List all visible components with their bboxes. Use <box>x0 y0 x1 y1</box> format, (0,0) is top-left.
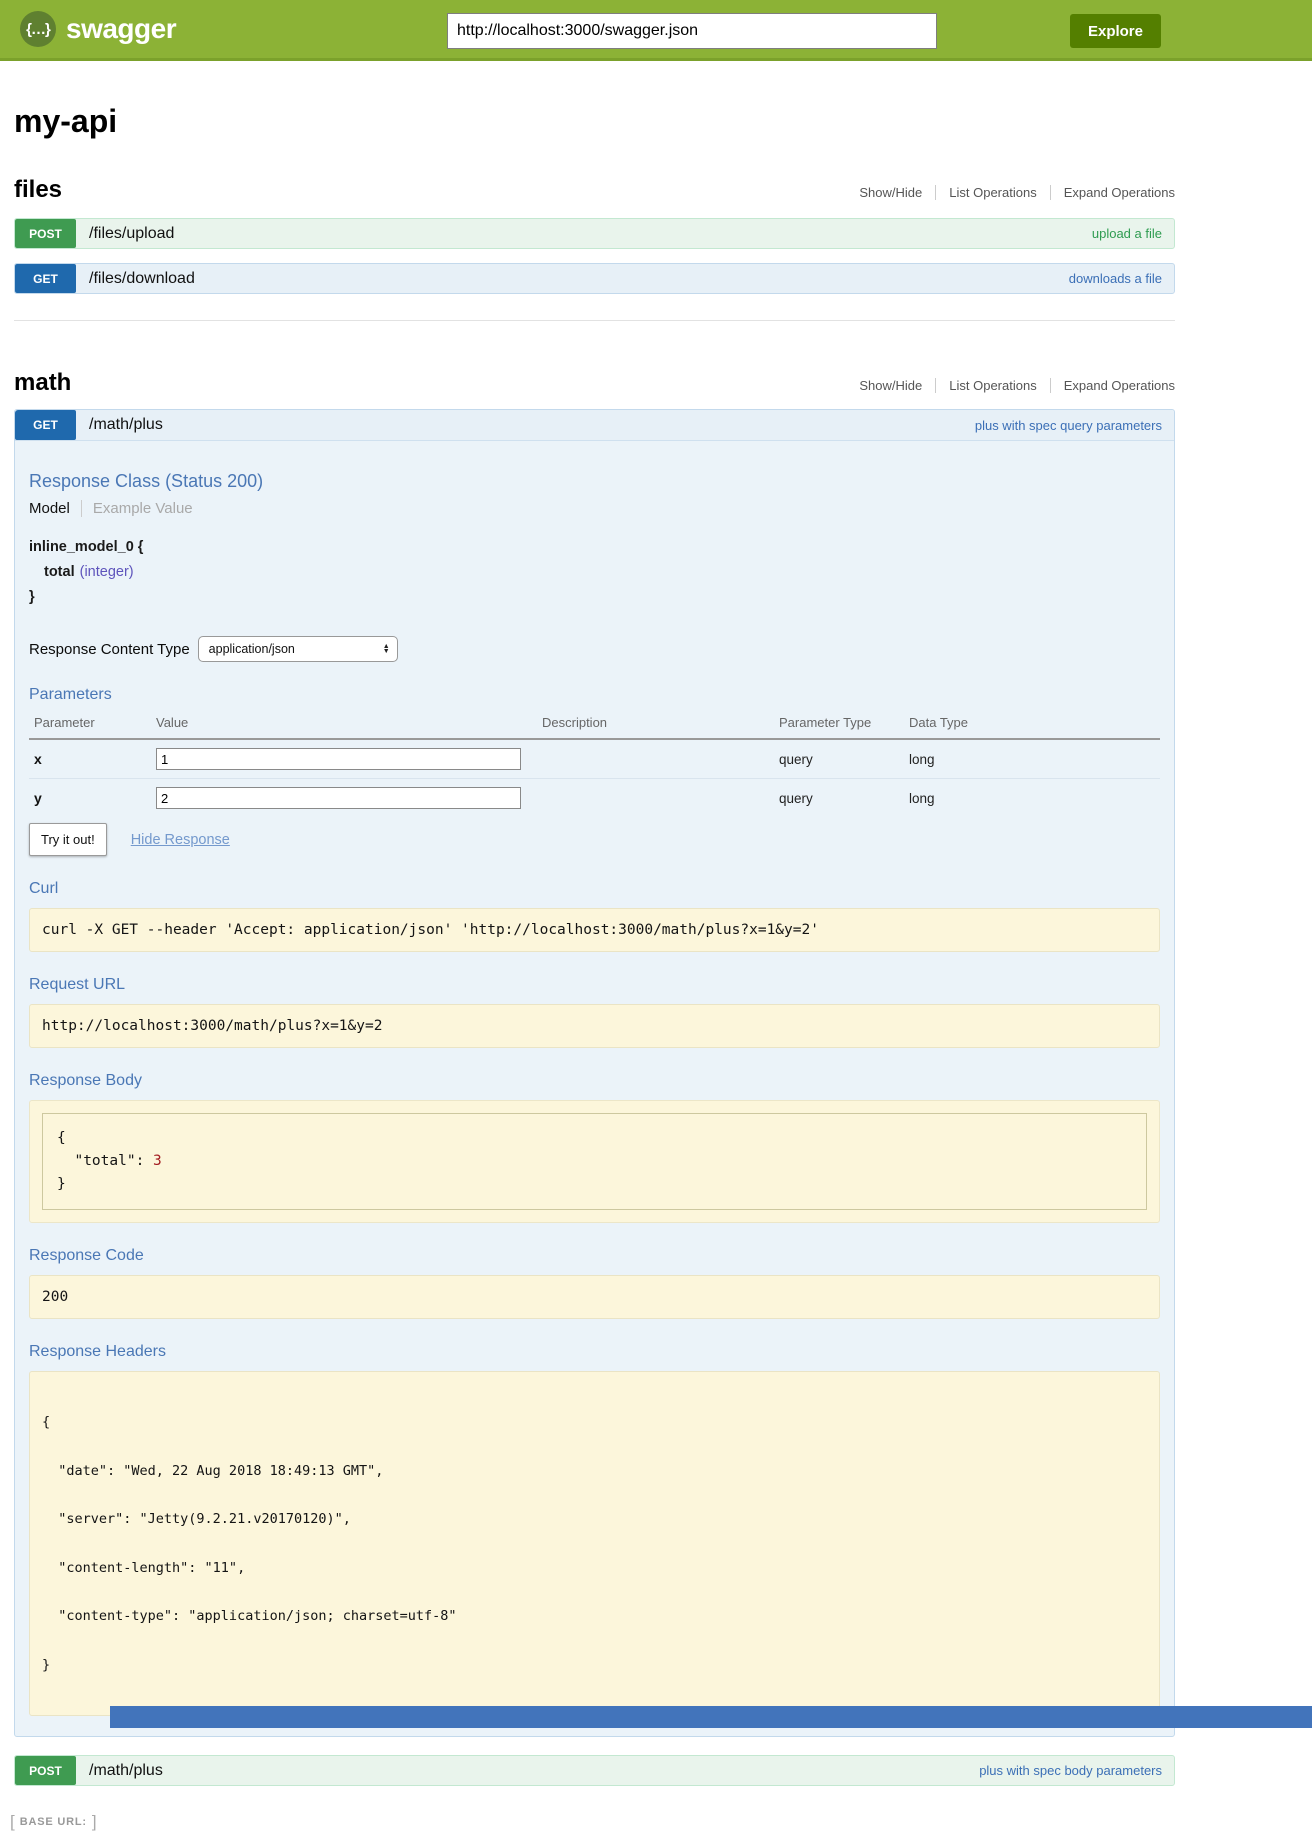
response-header-line: "content-length": "11", <box>42 1560 1147 1577</box>
parameter-type: query <box>779 779 909 818</box>
response-class-heading: Response Class (Status 200) <box>29 471 1160 492</box>
footer-bracket-open: [ <box>10 1812 15 1832</box>
parameter-data-type: long <box>909 779 1160 818</box>
parameters-table: Parameter Value Description Parameter Ty… <box>29 708 1160 817</box>
response-header-line: { <box>42 1414 1147 1431</box>
model-name: inline_model_0 { <box>29 535 1160 560</box>
model-close-brace: } <box>29 585 1160 610</box>
show-hide-link[interactable]: Show/Hide <box>846 378 935 393</box>
list-operations-link[interactable]: List Operations <box>935 185 1049 200</box>
operation-summary-link[interactable]: upload a file <box>1092 226 1162 241</box>
response-content-type-label: Response Content Type <box>29 641 190 658</box>
operation-row-get-math-plus[interactable]: GET /math/plus plus with spec query para… <box>15 410 1174 441</box>
response-body-json: { "total": 3 } <box>42 1113 1147 1210</box>
response-header-line: "content-type": "application/json; chars… <box>42 1608 1147 1625</box>
operation-row-get-files-download[interactable]: GET /files/download downloads a file <box>14 263 1175 294</box>
expand-operations-link[interactable]: Expand Operations <box>1050 378 1175 393</box>
json-key: "total": <box>57 1153 153 1169</box>
parameter-name: x <box>29 739 156 779</box>
response-headers-block: { "date": "Wed, 22 Aug 2018 18:49:13 GMT… <box>29 1371 1160 1716</box>
section-math: math Show/Hide List Operations Expand Op… <box>14 320 1175 1786</box>
operation-expanded-get-math-plus: GET /math/plus plus with spec query para… <box>14 409 1175 1737</box>
section-title-math: math <box>14 369 71 397</box>
parameter-row-y: y query long <box>29 779 1160 818</box>
response-body-heading: Response Body <box>29 1072 1160 1090</box>
base-url-label: BASE URL: <box>20 1816 87 1828</box>
operation-path[interactable]: /files/upload <box>89 225 174 243</box>
column-header-description: Description <box>542 708 779 739</box>
operation-detail: Response Class (Status 200) Model Exampl… <box>15 441 1174 1736</box>
column-header-data-type: Data Type <box>909 708 1160 739</box>
response-body-block: { "total": 3 } <box>29 1100 1160 1223</box>
explore-button[interactable]: Explore <box>1070 14 1161 48</box>
select-arrows-icon: ▲▼ <box>383 644 390 654</box>
model-property-type: (integer) <box>80 564 134 580</box>
column-header-value: Value <box>156 708 542 739</box>
model-property-name: total <box>44 564 75 580</box>
operation-summary-link[interactable]: plus with spec body parameters <box>979 1763 1162 1778</box>
swagger-logo[interactable]: {…} swagger <box>20 11 176 47</box>
try-it-out-button[interactable]: Try it out! <box>29 823 107 856</box>
json-open-brace: { <box>57 1127 1132 1150</box>
response-class-tabs: Model Example Value <box>29 500 1160 517</box>
section-files: files Show/Hide List Operations Expand O… <box>14 176 1175 294</box>
request-url-heading: Request URL <box>29 976 1160 994</box>
operation-path[interactable]: /math/plus <box>89 1762 163 1780</box>
parameter-data-type: long <box>909 739 1160 779</box>
response-headers-heading: Response Headers <box>29 1343 1160 1361</box>
list-operations-link[interactable]: List Operations <box>935 378 1049 393</box>
method-badge-get: GET <box>15 264 76 293</box>
param-value-input-y[interactable] <box>156 787 521 809</box>
response-content-type-select[interactable]: application/json ▲▼ <box>198 636 398 662</box>
api-url-input[interactable] <box>447 13 937 49</box>
method-badge-post: POST <box>15 219 76 248</box>
selected-content-type: application/json <box>209 642 295 656</box>
brand-title: swagger <box>66 13 176 45</box>
base-url-footer: [ BASE URL: ] <box>10 1812 1175 1832</box>
hide-response-link[interactable]: Hide Response <box>131 832 230 848</box>
footer-bracket-close: ] <box>92 1812 97 1832</box>
tab-model[interactable]: Model <box>29 500 81 517</box>
operation-path[interactable]: /files/download <box>89 270 195 288</box>
json-number-value: 3 <box>153 1153 162 1169</box>
response-header-line: "date": "Wed, 22 Aug 2018 18:49:13 GMT", <box>42 1463 1147 1480</box>
request-url-block: http://localhost:3000/math/plus?x=1&y=2 <box>29 1004 1160 1048</box>
param-value-input-x[interactable] <box>156 748 521 770</box>
response-header-line: "server": "Jetty(9.2.21.v20170120)", <box>42 1511 1147 1528</box>
curl-command-block: curl -X GET --header 'Accept: applicatio… <box>29 908 1160 952</box>
method-badge-get: GET <box>15 410 76 440</box>
bottom-blue-bar <box>110 1706 1312 1728</box>
parameter-description <box>542 739 779 779</box>
response-code-block: 200 <box>29 1275 1160 1319</box>
parameter-row-x: x query long <box>29 739 1160 779</box>
operation-summary-link[interactable]: downloads a file <box>1069 271 1162 286</box>
operation-row-post-math-plus[interactable]: POST /math/plus plus with spec body para… <box>14 1755 1175 1786</box>
model-signature: inline_model_0 { total (integer) } <box>29 535 1160 610</box>
section-controls-math: Show/Hide List Operations Expand Operati… <box>846 378 1175 393</box>
operation-summary-link[interactable]: plus with spec query parameters <box>975 418 1162 433</box>
tab-example-value[interactable]: Example Value <box>81 500 193 517</box>
top-bar: {…} swagger Explore <box>0 0 1312 61</box>
curl-heading: Curl <box>29 880 1160 898</box>
response-header-line: } <box>42 1657 1147 1674</box>
parameter-type: query <box>779 739 909 779</box>
section-title-files: files <box>14 176 62 204</box>
parameter-name: y <box>29 779 156 818</box>
parameter-description <box>542 779 779 818</box>
show-hide-link[interactable]: Show/Hide <box>846 185 935 200</box>
column-header-parameter-type: Parameter Type <box>779 708 909 739</box>
section-controls-files: Show/Hide List Operations Expand Operati… <box>846 185 1175 200</box>
operation-path[interactable]: /math/plus <box>89 416 163 434</box>
main-content: my-api files Show/Hide List Operations E… <box>14 103 1175 1832</box>
swagger-logo-icon: {…} <box>20 11 56 47</box>
parameters-heading: Parameters <box>29 686 1160 704</box>
json-close-brace: } <box>57 1173 1132 1196</box>
response-code-heading: Response Code <box>29 1247 1160 1265</box>
page-title: my-api <box>14 103 1175 140</box>
column-header-parameter: Parameter <box>29 708 156 739</box>
method-badge-post: POST <box>15 1756 76 1785</box>
expand-operations-link[interactable]: Expand Operations <box>1050 185 1175 200</box>
operation-row-post-files-upload[interactable]: POST /files/upload upload a file <box>14 218 1175 249</box>
